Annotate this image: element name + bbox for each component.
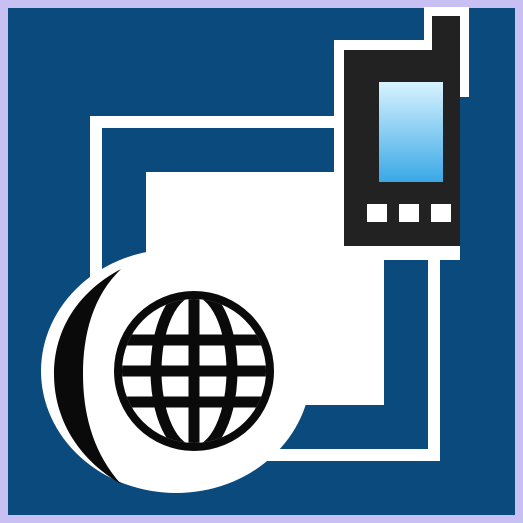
globe-icon <box>41 249 311 493</box>
phone-screen <box>379 82 443 182</box>
app-icon <box>0 0 523 523</box>
app-icon-artwork <box>0 0 523 523</box>
phone-button-1 <box>367 204 387 222</box>
mobile-phone-icon <box>334 7 469 260</box>
phone-button-2 <box>399 204 419 222</box>
phone-button-3 <box>431 204 451 222</box>
